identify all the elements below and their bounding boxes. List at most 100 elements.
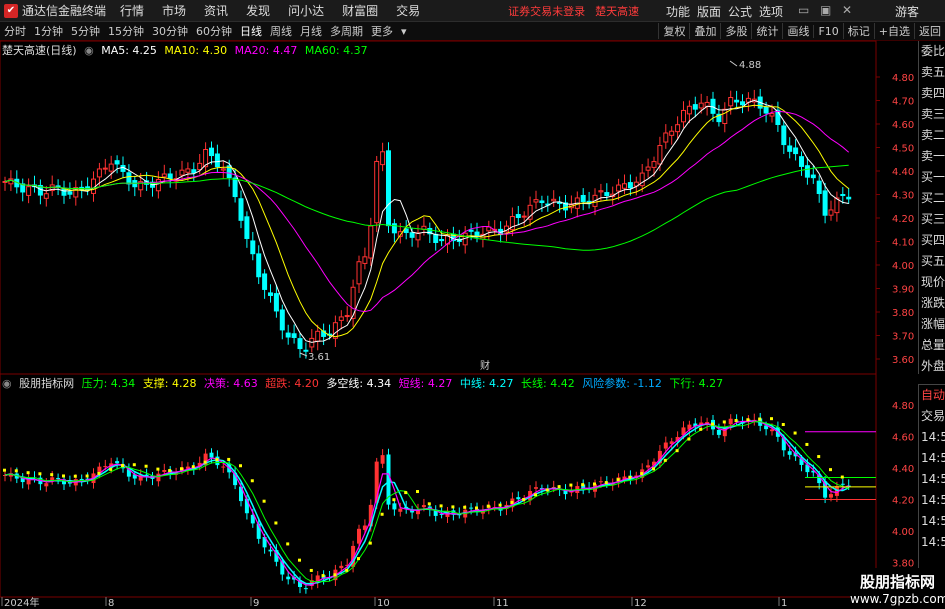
candle-body — [73, 187, 79, 198]
indicator-body — [380, 455, 385, 464]
side-item[interactable]: 卖一 — [919, 146, 945, 167]
candle-body — [102, 167, 108, 170]
settings-icon[interactable]: ◉ — [84, 44, 94, 57]
candle-body — [551, 198, 557, 202]
candle-body — [728, 97, 734, 107]
side-item[interactable]: 卖四 — [919, 83, 945, 104]
side-item[interactable]: 买四 — [919, 230, 945, 251]
candle-body — [787, 145, 793, 152]
dot-marker — [722, 420, 726, 424]
dot-marker — [357, 557, 360, 561]
side-item[interactable]: 外盘 — [919, 356, 945, 377]
candle-body — [191, 169, 197, 174]
side-item[interactable]: 涨跌 — [919, 293, 945, 314]
indicator-tick-label: 4.00 — [892, 527, 914, 538]
candle-body — [256, 253, 262, 278]
long-line — [4, 420, 849, 583]
risk-label: 风险参数: -1.12 — [582, 377, 662, 390]
trade-tab[interactable]: 交易 — [919, 406, 945, 427]
stock-title: 楚天高速(日线) — [2, 44, 77, 57]
dot-marker — [616, 478, 620, 482]
tick-time: 14:56 — [921, 472, 945, 486]
side-item[interactable]: 涨幅 — [919, 314, 945, 335]
tick-time: 14:56 — [921, 493, 945, 507]
indicator-dots — [3, 417, 844, 578]
kline-chart[interactable]: 4.80 4.70 4.60 4.50 4.40 4.30 4.20 4.10 4.00 3.90… — [0, 0, 945, 609]
ma-line — [4, 99, 849, 343]
indicator-body — [56, 477, 61, 479]
candle-body — [663, 132, 669, 143]
oversold-label: 超跌: 4.20 — [265, 377, 319, 390]
dot-marker — [156, 467, 160, 471]
finance-marker[interactable]: 财 — [480, 359, 490, 372]
side-item[interactable]: 委比 — [919, 41, 945, 62]
candle-body — [409, 232, 415, 238]
dot-marker — [144, 464, 148, 468]
dot-marker — [73, 474, 77, 478]
dot-marker — [262, 499, 266, 503]
side-item[interactable]: 买一 — [919, 167, 945, 188]
side-item[interactable]: 买三 — [919, 209, 945, 230]
candle-body — [291, 333, 297, 338]
side-item[interactable]: 买二 — [919, 188, 945, 209]
candle-body — [793, 147, 799, 155]
candle-body — [645, 166, 651, 171]
dot-marker — [604, 481, 608, 485]
indicator-legend: ◉ 股朋指标网 压力: 4.34 支撑: 4.28 决策: 4.63 超跌: 4… — [2, 375, 727, 391]
dot-marker — [545, 488, 549, 492]
dot-marker — [380, 512, 384, 516]
indicator-body — [303, 588, 308, 590]
candle-body — [769, 113, 775, 117]
side-item[interactable]: 卖三 — [919, 104, 945, 125]
ma60-label: MA60: 4.37 — [304, 44, 368, 57]
side-item[interactable]: 卖二 — [919, 125, 945, 146]
dot-marker — [97, 471, 101, 475]
indicator-body — [392, 503, 397, 510]
side-item[interactable]: 总量 — [919, 335, 945, 356]
candle-body — [533, 199, 539, 203]
dot-marker — [404, 491, 408, 495]
candle-body — [232, 177, 238, 198]
candle-body — [598, 190, 604, 193]
candle-body — [297, 338, 303, 350]
settings-icon[interactable]: ◉ — [2, 377, 12, 390]
indicator-tick-label: 4.40 — [892, 464, 914, 475]
indicator-axis: 4.804.604.404.204.003.80 — [892, 401, 914, 570]
indicator-body — [663, 442, 668, 449]
auto-tab[interactable]: 自动 — [919, 385, 945, 406]
side-item[interactable]: 现价 — [919, 272, 945, 293]
indicator-body — [268, 549, 273, 552]
candle-body — [220, 168, 226, 171]
candle-body — [108, 163, 114, 172]
candle-body — [380, 151, 386, 166]
indicator-body — [598, 481, 603, 483]
dot-marker — [593, 482, 596, 486]
dot-marker — [168, 469, 172, 473]
candle-body — [698, 102, 704, 109]
candle-body — [816, 180, 822, 195]
dot-marker — [250, 479, 254, 483]
indicator-body — [421, 505, 426, 508]
dot-marker — [286, 542, 290, 546]
candle-body — [681, 109, 686, 123]
dot-marker — [475, 506, 478, 510]
pressure-label: 压力: 4.34 — [81, 377, 136, 390]
tick-time: 14:56 — [921, 451, 945, 465]
dot-marker — [392, 498, 396, 502]
dot-marker — [805, 442, 809, 446]
indicator-body — [44, 483, 49, 487]
decision-label: 决策: 4.63 — [204, 377, 258, 390]
dot-marker — [628, 475, 632, 479]
candle-body — [669, 130, 675, 136]
candle-body — [250, 240, 256, 255]
candle-body — [262, 273, 268, 290]
dot-marker — [770, 417, 773, 421]
dot-marker — [109, 467, 113, 471]
indicator-tick-label: 4.60 — [892, 433, 914, 444]
candle-body — [804, 165, 810, 178]
dot-marker — [345, 568, 349, 572]
side-item[interactable]: 卖五 — [919, 62, 945, 83]
dot-marker — [26, 471, 30, 475]
indicator-body — [469, 507, 474, 509]
side-item[interactable]: 买五 — [919, 251, 945, 272]
